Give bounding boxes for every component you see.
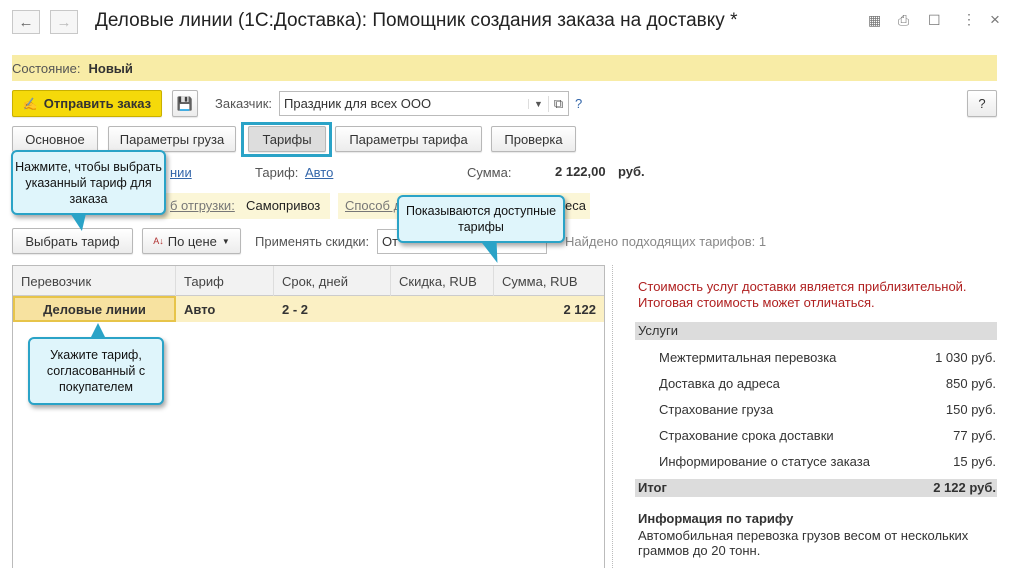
service-price: 1 030 руб. <box>935 350 996 365</box>
callout-available-tariffs: Показываются доступные тарифы <box>397 195 565 243</box>
cell-days: 2 - 2 <box>282 302 309 317</box>
table-header: Перевозчик Тариф Срок, дней Скидка, RUB … <box>13 266 604 296</box>
status-value: Новый <box>88 60 133 76</box>
send-order-label: Отправить заказ <box>43 96 152 111</box>
dropdown-icon[interactable]: ▼ <box>528 98 548 109</box>
tab-check[interactable]: Проверка <box>491 126 576 152</box>
forward-button[interactable]: → <box>50 10 78 34</box>
col-carrier[interactable]: Перевозчик <box>13 266 176 296</box>
delivery-method-value: еса <box>565 198 586 213</box>
window-title: Деловые линии (1С:Доставка): Помощник со… <box>95 10 738 31</box>
service-row: Межтермитальная перевозка 1 030 руб. <box>659 350 996 365</box>
customer-value: Праздник для всех ООО <box>284 96 432 111</box>
sum-label: Сумма: <box>467 165 512 180</box>
open-icon[interactable]: ⧉ <box>548 95 568 112</box>
cell-sum: 2 122 <box>563 302 596 317</box>
sort-icon: А↓ <box>153 236 164 246</box>
services-header: Услуги <box>635 322 997 340</box>
service-name: Страхование груза <box>659 402 774 417</box>
found-count: Найдено подходящих тарифов: 1 <box>565 234 767 249</box>
service-name: Межтермитальная перевозка <box>659 350 837 365</box>
splitter[interactable] <box>612 265 613 568</box>
shipment-method-value: Самопривоз <box>246 198 321 213</box>
shipment-method-link[interactable]: б отгрузки: <box>170 198 235 213</box>
service-price: 150 руб. <box>945 402 996 417</box>
send-order-button[interactable]: ✍ Отправить заказ <box>12 90 162 117</box>
service-name: Информирование о статусе заказа <box>659 454 870 469</box>
service-row: Информирование о статусе заказа 15 руб. <box>659 454 996 469</box>
total-label: Итог <box>638 480 667 495</box>
service-name: Страхование срока доставки <box>659 428 834 443</box>
tab-cargo-params[interactable]: Параметры груза <box>108 126 236 152</box>
close-icon[interactable]: × <box>990 10 1000 30</box>
sum-value: 2 122,00 <box>555 164 606 179</box>
cell-carrier[interactable]: Деловые линии <box>13 296 176 322</box>
table-row[interactable]: Деловые линии Авто 2 - 2 2 122 <box>13 296 604 322</box>
col-days[interactable]: Срок, дней <box>274 266 391 296</box>
print-icon[interactable]: ⎙ <box>898 12 909 29</box>
service-row: Страхование груза 150 руб. <box>659 402 996 417</box>
cell-tariff: Авто <box>184 302 216 317</box>
service-row: Доставка до адреса 850 руб. <box>659 376 996 391</box>
cost-warning: Стоимость услуг доставки является прибли… <box>638 279 967 311</box>
delivery-method-link[interactable]: Способ д <box>345 198 401 213</box>
sort-label: По цене <box>167 233 217 249</box>
warning-line: Стоимость услуг доставки является прибли… <box>638 279 967 294</box>
service-name: Доставка до адреса <box>659 376 780 391</box>
service-price: 15 руб. <box>953 454 996 469</box>
col-sum[interactable]: Сумма, RUB <box>494 266 604 296</box>
help-button[interactable]: ? <box>967 90 997 117</box>
customer-label: Заказчик: <box>215 96 273 111</box>
tariffs-table: Перевозчик Тариф Срок, дней Скидка, RUB … <box>12 265 605 568</box>
save-icon[interactable]: ▦ <box>868 12 881 29</box>
callout-agreed-tariff: Укажите тариф, согласованный с покупател… <box>28 337 164 405</box>
service-price: 850 руб. <box>945 376 996 391</box>
tab-main[interactable]: Основное <box>12 126 98 152</box>
select-tariff-button[interactable]: Выбрать тариф <box>12 228 133 254</box>
preview-icon[interactable]: ☐ <box>928 12 941 29</box>
status-label: Состояние: <box>12 60 81 76</box>
callout-tail <box>70 213 90 231</box>
customer-field[interactable]: Праздник для всех ООО ▼ ⧉ <box>279 91 569 116</box>
service-price: 77 руб. <box>953 428 996 443</box>
more-icon[interactable]: ⋮ <box>962 11 976 28</box>
warning-line: Итоговая стоимость может отличаться. <box>638 295 875 310</box>
total-value: 2 122 руб. <box>933 480 996 495</box>
send-icon: ✍ <box>22 96 38 111</box>
carrier-link[interactable]: нии <box>170 165 192 180</box>
callout-select-tariff: Нажмите, чтобы выбрать указанный тариф д… <box>11 150 166 215</box>
callout-tail <box>90 323 106 339</box>
forward-arrow-icon: → <box>56 13 72 31</box>
tariff-link[interactable]: Авто <box>305 165 333 180</box>
sort-by-price-button[interactable]: А↓ По цене ▼ <box>142 228 241 254</box>
status-bar: Состояние: Новый <box>12 55 997 81</box>
total-row: Итог 2 122 руб. <box>635 479 997 497</box>
sum-unit: руб. <box>618 164 645 179</box>
tab-tariff-params[interactable]: Параметры тарифа <box>335 126 482 152</box>
tariff-info-title: Информация по тарифу <box>638 511 794 526</box>
tab-tariffs[interactable]: Тарифы <box>248 126 326 152</box>
discount-label: Применять скидки: <box>255 234 370 249</box>
help-link[interactable]: ? <box>575 96 582 111</box>
tariff-info-text: Автомобильная перевозка грузов весом от … <box>638 528 969 558</box>
dropdown-icon: ▼ <box>221 236 230 246</box>
col-discount[interactable]: Скидка, RUB <box>391 266 494 296</box>
service-row: Страхование срока доставки 77 руб. <box>659 428 996 443</box>
back-button[interactable]: ← <box>12 10 40 34</box>
floppy-icon: 💾 <box>176 95 194 111</box>
save-draft-button[interactable]: 💾 <box>172 90 198 117</box>
col-tariff[interactable]: Тариф <box>176 266 274 296</box>
back-arrow-icon: ← <box>18 13 34 31</box>
tariff-label: Тариф: <box>255 165 299 180</box>
